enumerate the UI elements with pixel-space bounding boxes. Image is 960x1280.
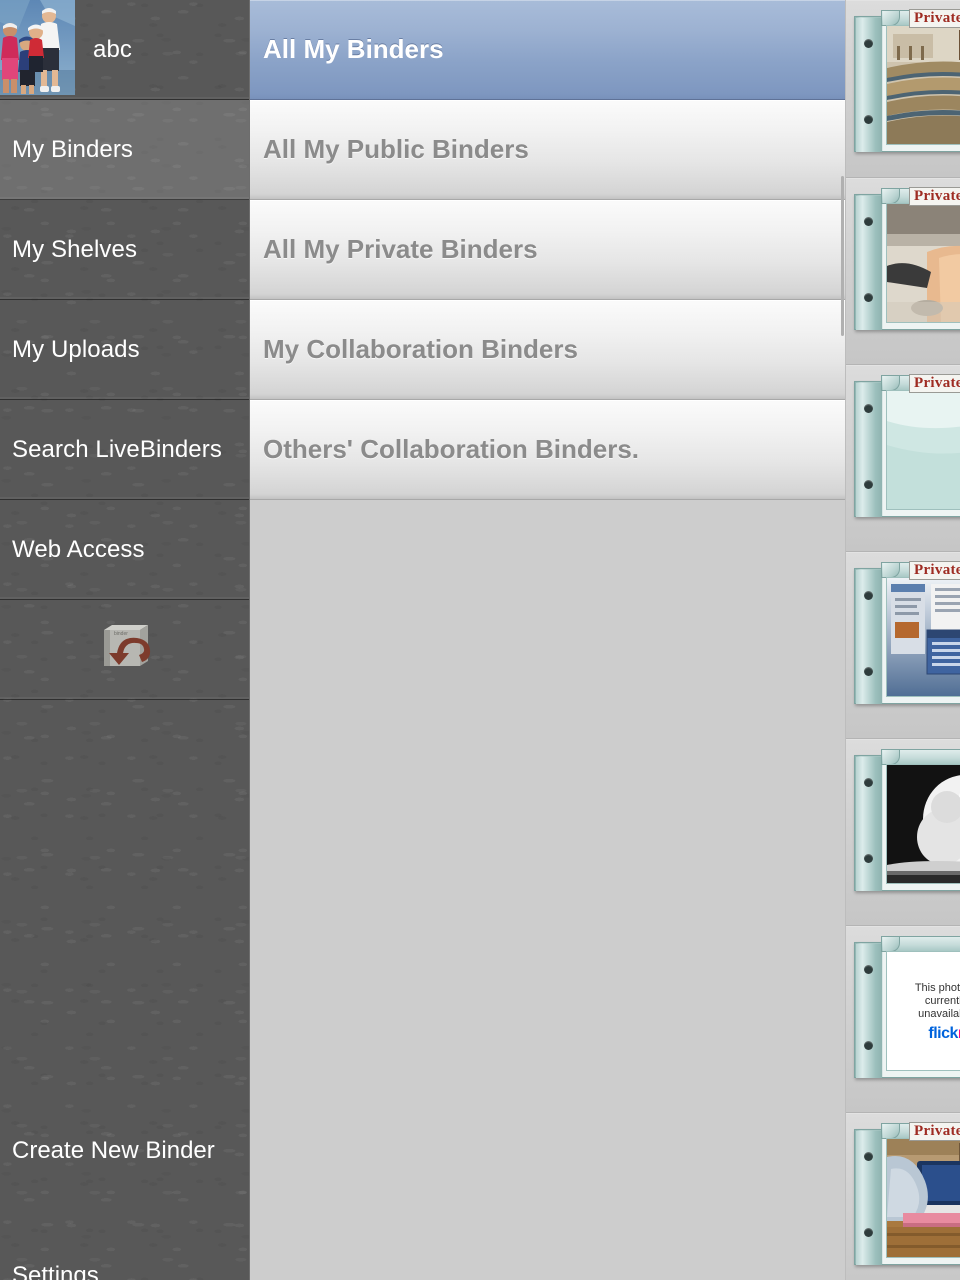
sidebar-item-my-uploads[interactable]: My Uploads <box>0 300 249 400</box>
sidebar-item-label: Create New Binder <box>12 1136 215 1164</box>
private-badge: Private <box>909 561 960 580</box>
binder-ring-icon <box>864 217 873 226</box>
binder-list-item[interactable]: This photo is currently unavailable flic… <box>846 926 960 1113</box>
list-item-my-collaboration-binders[interactable]: My Collaboration Binders <box>250 300 845 400</box>
private-badge: Private <box>909 187 960 206</box>
binder-thumbnail[interactable]: Private <box>854 186 960 336</box>
placeholder-line-3: unavailable <box>918 1008 960 1020</box>
sidebar-item-label: My Binders <box>12 135 134 163</box>
binder-list-item[interactable]: Private <box>846 365 960 552</box>
binder-category-list: All My Binders All My Public Binders All… <box>250 0 845 1280</box>
list-item-others-collaboration-binders[interactable]: Others' Collaboration Binders. <box>250 400 845 500</box>
binder-thumbnail-panel: Private Private Private Private This pho… <box>845 0 960 1280</box>
sidebar-create-new-binder[interactable]: Create New Binder <box>0 1088 249 1213</box>
binder-cover-image <box>886 203 960 323</box>
sidebar: abc My Binders My Shelves My Uploads Sea… <box>0 0 250 1280</box>
binder-list-item[interactable] <box>846 739 960 926</box>
binder-ring-icon <box>864 115 873 124</box>
sidebar-item-label: Search LiveBinders <box>12 435 222 463</box>
sidebar-refresh-row[interactable]: binder <box>0 600 249 700</box>
binder-cover-image <box>886 390 960 510</box>
sidebar-item-my-binders[interactable]: My Binders <box>0 100 249 200</box>
binder-cover-image <box>886 577 960 697</box>
list-item-label: My Collaboration Binders <box>263 334 578 364</box>
binder-list-item[interactable]: Private <box>846 178 960 365</box>
list-item-all-my-private-binders[interactable]: All My Private Binders <box>250 200 845 300</box>
sidebar-item-label: My Uploads <box>12 335 140 363</box>
app-root: abc My Binders My Shelves My Uploads Sea… <box>0 0 960 1280</box>
binder-ring-icon <box>864 1041 873 1050</box>
binder-ring-icon <box>864 480 873 489</box>
sidebar-item-label: Settings <box>12 1261 99 1280</box>
binder-thumbnail[interactable]: Private <box>854 560 960 710</box>
binder-cover-image: This photo is currently unavailable flic… <box>886 951 960 1071</box>
sidebar-settings[interactable]: Settings <box>0 1213 249 1280</box>
flickr-logo: flickr <box>928 1025 960 1042</box>
binder-thumbnail[interactable]: Private <box>854 8 960 158</box>
binder-ring-icon <box>864 854 873 863</box>
binder-ring-icon <box>864 39 873 48</box>
svg-text:binder: binder <box>114 631 128 637</box>
binder-ring-icon <box>864 778 873 787</box>
flickr-unavailable-placeholder: This photo is currently unavailable flic… <box>887 952 960 1070</box>
list-item-label: All My Public Binders <box>263 134 529 164</box>
binder-list-item[interactable]: Private <box>846 1113 960 1280</box>
placeholder-line-2: currently <box>924 995 960 1007</box>
list-item-all-my-public-binders[interactable]: All My Public Binders <box>250 100 845 200</box>
sidebar-username: abc <box>93 35 132 63</box>
sidebar-item-label: Web Access <box>12 535 145 563</box>
private-badge: Private <box>909 9 960 28</box>
binder-ring-icon <box>864 293 873 302</box>
user-photo-avatar <box>0 0 75 95</box>
binder-ring-icon <box>864 667 873 676</box>
binder-list-item[interactable]: Private <box>846 0 960 178</box>
binder-ring-icon <box>864 591 873 600</box>
binder-ring-icon <box>864 404 873 413</box>
sidebar-item-my-shelves[interactable]: My Shelves <box>0 200 249 300</box>
binder-ring-icon <box>864 1152 873 1161</box>
binder-cover-image <box>886 1138 960 1258</box>
avatar[interactable] <box>0 0 75 95</box>
binder-thumbnail[interactable]: This photo is currently unavailable flic… <box>854 934 960 1084</box>
list-item-label: All My Private Binders <box>263 234 538 264</box>
list-scrollbar[interactable] <box>841 176 844 336</box>
list-item-all-my-binders[interactable]: All My Binders <box>250 0 845 100</box>
placeholder-line-1: This photo is <box>914 982 960 994</box>
private-badge: Private <box>909 374 960 393</box>
binder-ring-icon <box>864 965 873 974</box>
sidebar-item-search-livebinders[interactable]: Search LiveBinders <box>0 400 249 500</box>
binder-cover-image <box>886 25 960 145</box>
binder-cover-image <box>886 764 960 884</box>
binder-refresh-icon[interactable]: binder <box>90 620 160 680</box>
sidebar-user-header[interactable]: abc <box>0 0 249 100</box>
binder-thumbnail[interactable]: Private <box>854 373 960 523</box>
sidebar-item-label: My Shelves <box>12 235 138 263</box>
sidebar-item-web-access[interactable]: Web Access <box>0 500 249 600</box>
binder-thumbnail[interactable]: Private <box>854 1121 960 1271</box>
private-badge: Private <box>909 1122 960 1141</box>
binder-thumbnail[interactable] <box>854 747 960 897</box>
binder-list-item[interactable]: Private <box>846 552 960 739</box>
list-item-label: All My Binders <box>263 34 444 64</box>
binder-ring-icon <box>864 1228 873 1237</box>
list-item-label: Others' Collaboration Binders. <box>263 434 640 464</box>
